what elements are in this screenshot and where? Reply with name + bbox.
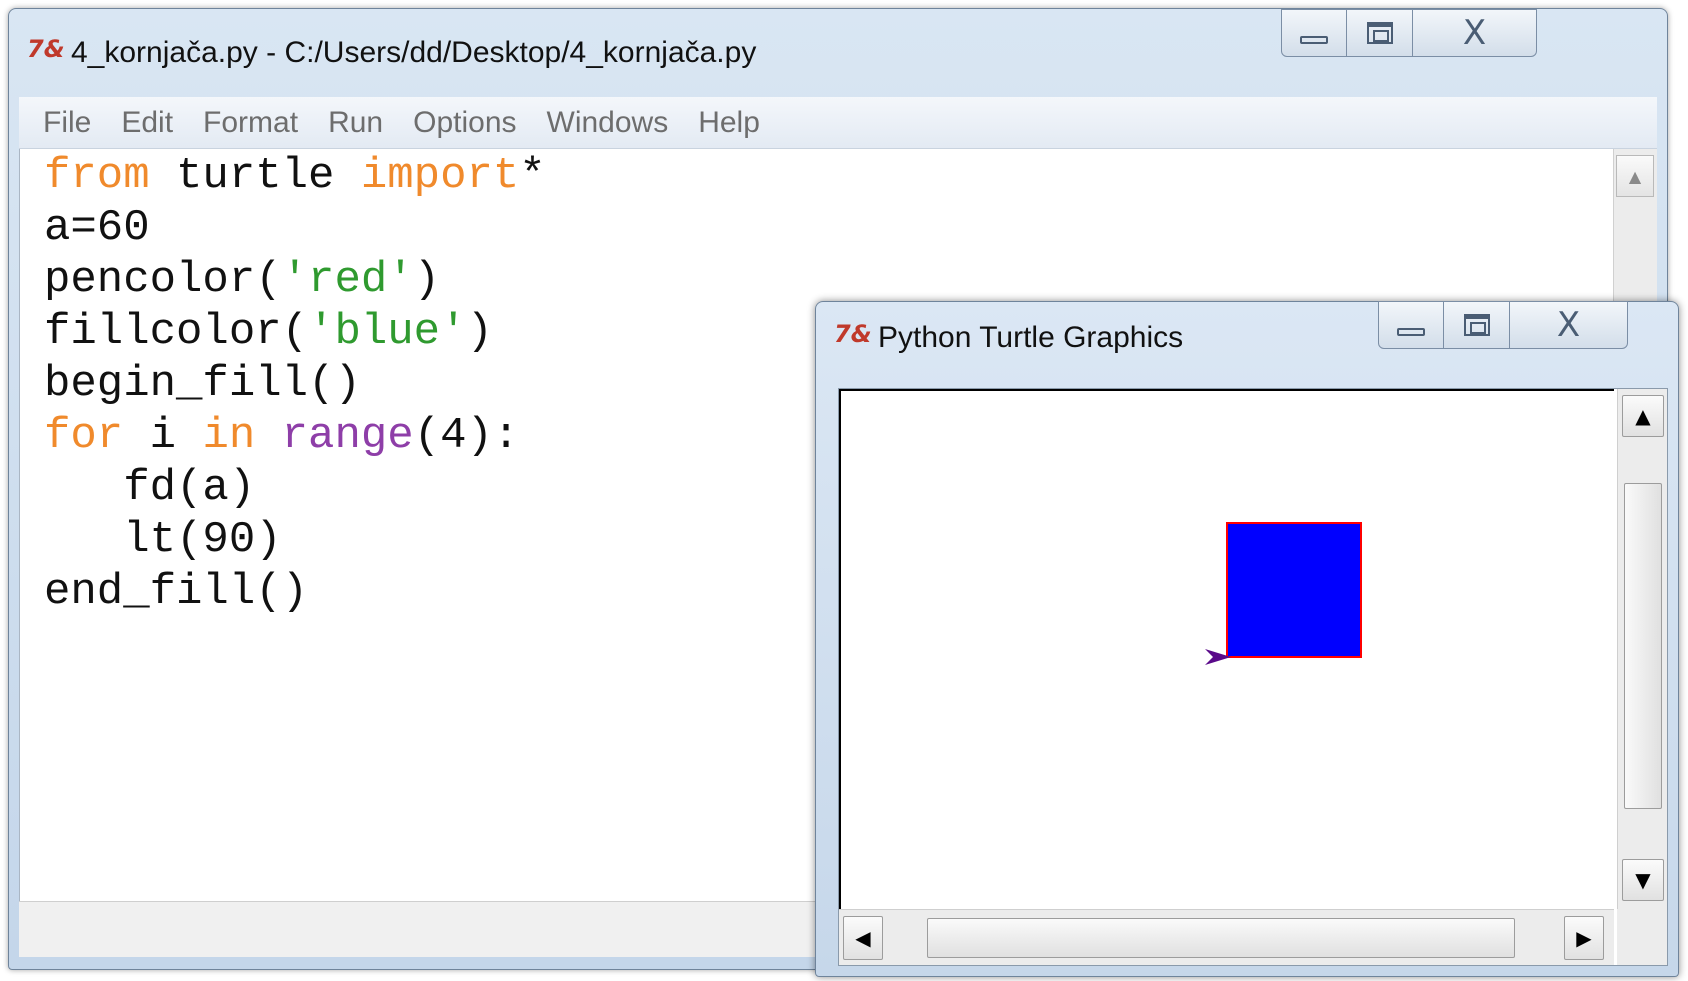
code-token: 'red'	[281, 255, 414, 305]
code-token: begin_fill()	[44, 359, 361, 409]
code-token: 'blue'	[308, 307, 467, 357]
maximize-button[interactable]	[1347, 9, 1413, 57]
turtle-canvas-frame: ▲ ▼ ◀ ▶	[838, 388, 1668, 966]
menu-help[interactable]: Help	[698, 106, 760, 140]
code-token: (4):	[413, 411, 520, 461]
code-token: *	[519, 151, 546, 201]
close-icon: X	[1462, 13, 1487, 53]
close-button[interactable]: X	[1413, 9, 1537, 57]
menu-run[interactable]: Run	[328, 106, 383, 140]
scroll-down-icon[interactable]: ▼	[1622, 859, 1664, 901]
code-token: fillcolor(	[44, 307, 309, 357]
code-token: in	[202, 411, 256, 461]
filled-square	[1226, 522, 1362, 658]
turtle-vertical-scrollbar[interactable]: ▲ ▼	[1617, 389, 1667, 909]
menu-file[interactable]: File	[43, 106, 91, 140]
turtle-maximize-button[interactable]	[1444, 301, 1510, 349]
code-token: fd(a)	[44, 463, 256, 513]
code-token: import	[360, 151, 520, 201]
turtle-window-title: Python Turtle Graphics	[878, 321, 1184, 354]
turtle-drawing	[1205, 522, 1362, 665]
minimize-icon	[1397, 328, 1425, 336]
close-icon: X	[1556, 305, 1581, 345]
code-token: )	[413, 255, 441, 305]
code-token: turtle	[149, 151, 361, 201]
code-line[interactable]: from turtle import*	[44, 151, 546, 207]
menubar: File Edit Format Run Options Windows Hel…	[19, 97, 1657, 149]
scroll-left-icon[interactable]: ◀	[843, 916, 883, 960]
turtle-minimize-button[interactable]	[1378, 301, 1444, 349]
python-idle-icon: 7&	[27, 35, 65, 63]
scroll-right-icon[interactable]: ▶	[1564, 916, 1604, 960]
scroll-up-icon[interactable]: ▲	[1616, 155, 1654, 197]
code-token: i	[123, 411, 203, 461]
editor-window-title: 4_kornjača.py - C:/Users/dd/Desktop/4_ko…	[71, 36, 757, 69]
editor-titlebar[interactable]: 7& 4_kornjača.py - C:/Users/dd/Desktop/4…	[9, 9, 1667, 97]
scrollbar-corner	[1617, 909, 1667, 965]
maximize-icon	[1463, 314, 1490, 336]
vertical-scroll-thumb[interactable]	[1624, 483, 1662, 809]
turtle-graphics-window: 7& Python Turtle Graphics X ▲ ▼ ◀ ▶	[815, 301, 1679, 977]
code-token: )	[466, 307, 493, 357]
turtle-close-button[interactable]: X	[1510, 301, 1628, 349]
code-line[interactable]: lt(90)	[44, 515, 282, 571]
menu-windows[interactable]: Windows	[547, 106, 669, 140]
code-line[interactable]: end_fill()	[44, 567, 308, 623]
turtle-canvas[interactable]	[839, 389, 1614, 909]
code-line[interactable]: for i in range(4):	[44, 411, 519, 467]
python-idle-icon: 7&	[834, 320, 872, 348]
code-line[interactable]: pencolor('red')	[44, 255, 440, 311]
code-token: end_fill()	[44, 567, 309, 617]
turtle-titlebar[interactable]: 7& Python Turtle Graphics X	[816, 301, 1678, 382]
code-line[interactable]: fd(a)	[44, 463, 255, 519]
menu-edit[interactable]: Edit	[121, 106, 173, 140]
horizontal-scroll-thumb[interactable]	[927, 918, 1515, 958]
code-line[interactable]: begin_fill()	[44, 359, 361, 415]
code-line[interactable]: a=60	[44, 203, 150, 259]
code-token: for	[44, 411, 124, 461]
code-token: from	[44, 151, 150, 201]
code-token: pencolor(	[44, 255, 282, 305]
scroll-up-icon[interactable]: ▲	[1622, 395, 1664, 437]
menu-format[interactable]: Format	[203, 106, 298, 140]
code-token: lt(90)	[44, 515, 282, 565]
code-token: a=60	[44, 203, 150, 253]
maximize-icon	[1366, 22, 1393, 44]
code-line[interactable]: fillcolor('blue')	[44, 307, 493, 363]
code-token: range	[281, 411, 414, 461]
minimize-icon	[1300, 36, 1328, 44]
turtle-horizontal-scrollbar[interactable]: ◀ ▶	[839, 909, 1614, 965]
minimize-button[interactable]	[1281, 9, 1347, 57]
menu-options[interactable]: Options	[413, 106, 516, 140]
